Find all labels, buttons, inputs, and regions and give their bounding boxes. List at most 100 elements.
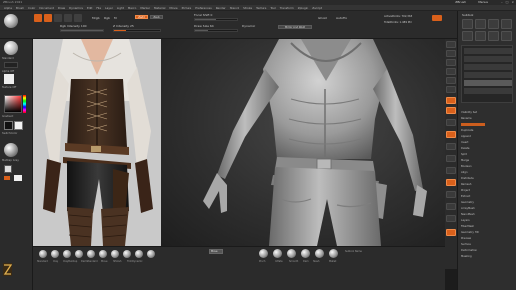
menu-item[interactable]: Brush [16,5,24,10]
spix-button[interactable] [446,50,456,57]
menu-item[interactable]: Layer [105,5,113,10]
actual-button[interactable] [446,77,456,84]
edit-button[interactable] [34,14,42,22]
menu-item[interactable]: File [96,5,101,10]
local-button[interactable] [446,119,456,126]
brush-slot[interactable] [99,250,107,258]
subtool-menu-item[interactable]: Merge [461,159,469,162]
subtool-slot[interactable] [488,19,499,29]
solo-button[interactable] [446,203,456,210]
brush-slot[interactable] [63,250,71,258]
subtool-menu-item[interactable]: Extract [461,195,470,198]
alpha-thumbnail[interactable] [4,74,14,84]
line-fill-button[interactable] [446,179,456,186]
menu-item[interactable]: Light [117,5,124,10]
menu-item[interactable]: Render [216,5,226,10]
brush-slot[interactable] [273,249,282,258]
3d-viewport[interactable] [161,39,445,246]
subtool-menu-item[interactable]: Distribute [461,177,474,180]
stroke-thumbnail[interactable] [4,62,18,68]
tray-orange-button[interactable] [4,176,10,180]
move-view-button[interactable] [446,143,456,150]
autofix-button[interactable]: AutoFix [336,16,347,20]
subtool-menu-item[interactable]: Deformation [461,249,477,252]
scale-view-button[interactable] [446,155,456,162]
menu-item[interactable]: Zplugin [298,5,309,10]
rgb-button[interactable]: Rgb [104,16,110,20]
menu-item[interactable]: Preferences [195,5,211,10]
zsub-button[interactable]: Zsub [150,15,163,19]
subtool-row[interactable] [464,64,512,70]
brush-slot[interactable] [259,249,268,258]
menu-item[interactable]: Tool [270,5,275,10]
ghost-button[interactable]: Ghost [318,16,327,20]
subtool-slot[interactable] [475,31,486,41]
brush-slot[interactable] [315,249,324,258]
rename-highlight[interactable] [461,123,485,126]
subtool-slot[interactable] [501,31,512,41]
subtool-row[interactable] [464,56,512,62]
menu-item[interactable]: Macro [128,5,136,10]
subtool-row[interactable] [464,88,512,94]
color-picker[interactable] [4,95,22,113]
brush-slot[interactable] [39,250,47,258]
subtool-menu-item[interactable]: Split [461,153,467,156]
zadd-button[interactable]: Zadd [135,15,148,19]
subtool-row[interactable] [464,48,512,54]
subtool-menu-item[interactable]: Geometry HD [461,231,479,234]
mirror-weld-button[interactable]: Mirror And Weld [278,25,312,29]
subtool-slot[interactable] [475,19,486,29]
subtool-menu-item[interactable]: Append [461,135,471,138]
menu-item[interactable]: Zscript [312,5,322,10]
menu-item[interactable]: Marker [140,5,150,10]
brush-slot[interactable] [123,250,131,258]
menu-item[interactable]: Material [154,5,165,10]
subtool-slot[interactable] [501,19,512,29]
subtool-menu-item[interactable]: Duplicate [461,129,473,132]
subtool-menu-item[interactable]: Rename [461,117,472,120]
brush-slot[interactable] [51,250,59,258]
draw-button[interactable] [44,14,52,22]
subtool-menu-item[interactable]: Surface [461,243,471,246]
xyz-symmetry-button[interactable] [432,15,442,21]
subtool-row-selected[interactable] [464,80,512,86]
menu-item[interactable]: Stencil [230,5,239,10]
persp-button[interactable] [446,97,456,104]
rotate-view-button[interactable] [446,167,456,174]
subtool-menu-item[interactable]: FiberMesh [461,225,474,228]
rgb-intensity-slider[interactable] [60,29,104,32]
scroll-button[interactable] [446,59,456,66]
rotate-button[interactable] [74,14,82,22]
move-button[interactable] [54,14,62,22]
frame-button[interactable] [446,131,456,138]
subtool-slot[interactable] [462,31,473,41]
brush-slot[interactable] [301,249,310,258]
subtool-menu-item[interactable]: Layers [461,219,470,222]
floor-button[interactable] [446,107,456,114]
subtool-menu-item[interactable]: Masking [461,255,472,258]
subtool-menu-item[interactable]: Geometry [461,201,474,204]
subtool-menu-item[interactable]: Insert [461,141,468,144]
transp-button[interactable] [446,191,456,198]
brush-slot[interactable] [111,250,119,258]
subtool-menu-item[interactable]: Boolean [461,165,472,168]
brush-slot[interactable] [329,249,338,258]
menu-item[interactable]: Stroke [243,5,252,10]
aahalf-button[interactable] [446,86,456,93]
menu-item[interactable]: Document [39,5,54,10]
subtool-slot[interactable] [488,31,499,41]
z-intensity-slider[interactable] [113,29,161,32]
menu-item[interactable]: Transform [280,5,294,10]
menu-item[interactable]: Movie [169,5,177,10]
subtool-slot[interactable] [462,19,473,29]
tray-white-button[interactable] [14,175,22,181]
switch-color-label[interactable]: SwitchColor [2,132,17,135]
main-color-swatch[interactable] [4,121,13,130]
menu-item[interactable]: Edit [87,5,92,10]
hue-strip[interactable] [23,95,26,113]
texture-swatch[interactable] [4,165,12,173]
brush-slot[interactable] [87,250,95,258]
extra-orange-button[interactable] [446,229,456,236]
subtool-menu-item[interactable]: Visibility Set [461,111,477,114]
subtool-menu-item[interactable]: Align [461,171,468,174]
